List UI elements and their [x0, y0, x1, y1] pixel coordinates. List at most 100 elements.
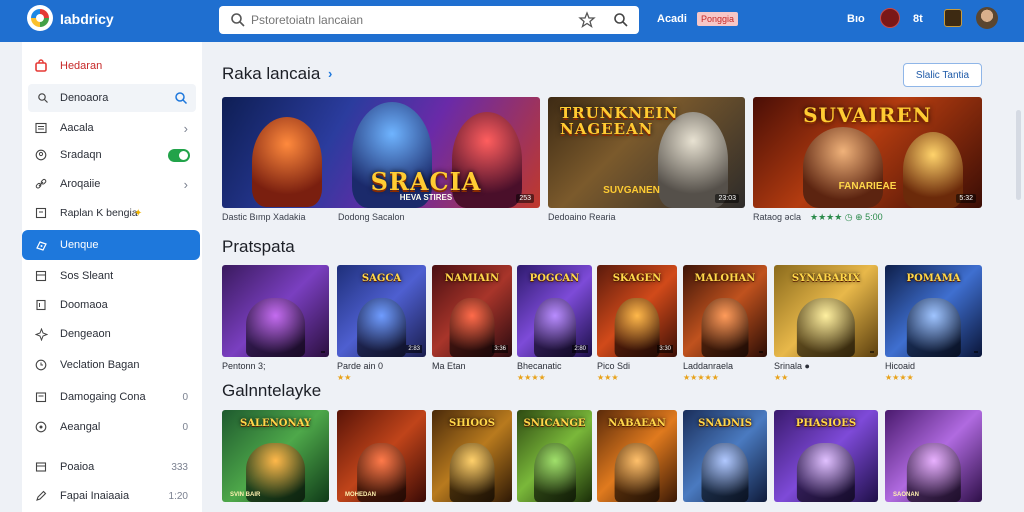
sidebar-item-damogaing[interactable]: Damogaing Cona 0 [22, 383, 202, 411]
game-tile[interactable]: SYNABARIX [774, 265, 878, 357]
game-tile[interactable]: MALOHAN [683, 265, 767, 357]
game-tile[interactable]: SNICANGE [517, 410, 592, 502]
hero-art [796, 443, 856, 502]
game-tile[interactable]: POGCAN 2:80 [517, 265, 592, 357]
sidebar-item-poaioa[interactable]: Poaioa 333 [22, 453, 202, 481]
scrollbar[interactable] [1016, 110, 1021, 200]
hero-art [533, 443, 576, 502]
profile-avatar[interactable] [976, 7, 998, 29]
item-count: 0 [182, 421, 188, 433]
notification-avatar[interactable] [880, 8, 900, 28]
banner-card[interactable]: TRUNKNEIN NAGEEAN SUVGANEN 23:03 [548, 97, 745, 208]
game-tile[interactable]: NABAEAN [597, 410, 677, 502]
tile-caption: Bhecanatic [517, 361, 562, 371]
hero-art [803, 127, 883, 208]
sidebar-item-doomaoa[interactable]: Doomaoa [22, 291, 202, 319]
banner-tag: 5:32 [956, 194, 976, 203]
tile-caption: Parde ain 0 [337, 361, 384, 371]
sidebar-item-dengeaon[interactable]: Dengeaon [22, 320, 202, 348]
tile-title: SAGCA [361, 273, 402, 284]
hero-art [906, 298, 961, 357]
sidebar-search[interactable]: Denoaora [28, 84, 196, 112]
sidebar-item-label: Hedaran [60, 60, 103, 72]
hero-art [533, 298, 576, 357]
game-tile[interactable]: SKAGEN 3:30 [597, 265, 677, 357]
banner-subtitle: FANARIEAE [838, 181, 897, 192]
tile-badge: 2:83 [406, 345, 422, 353]
game-tile[interactable]: SALENONAY SVIN BAIR [222, 410, 329, 502]
header-link[interactable]: Acadi [657, 13, 687, 25]
game-avatar-icon[interactable] [944, 9, 962, 27]
sidebar-item-label: Poaioa [60, 461, 95, 473]
pen-icon [34, 489, 48, 503]
star-icon[interactable] [578, 11, 596, 29]
banner-caption: Rataog əcla [753, 212, 802, 222]
tile-title: SHIOOS [449, 418, 495, 429]
search-icon [36, 91, 50, 105]
chevron-right-icon[interactable]: › [328, 66, 332, 81]
sidebar-item-sos-sleant[interactable]: Sos Sleant [22, 262, 202, 290]
sidebar-item-label: Fapai Inaiaaia [60, 490, 130, 502]
header-count[interactable]: 8t [913, 13, 923, 25]
search-button-icon[interactable] [174, 91, 188, 108]
hero-art [449, 443, 495, 502]
app-logo[interactable] [27, 5, 53, 31]
tile-title: MALOHAN [694, 273, 756, 284]
see-all-button[interactable]: Slalic Tantia [903, 63, 982, 87]
header-badge[interactable]: Ponggia [697, 12, 739, 26]
header-user-label[interactable]: Bıo [847, 13, 865, 25]
sidebar-item-aroqaiie[interactable]: Aroqaiie › [22, 170, 202, 198]
hero-art [701, 298, 749, 357]
game-tile[interactable] [222, 265, 329, 357]
sidebar-item-uenque[interactable]: Uenque [22, 230, 200, 260]
item-count: 1:20 [168, 490, 188, 502]
tile-footer-text: SVIN BAIR [230, 492, 261, 498]
sidebar-item-raplan[interactable]: Raplan K bengia ✦ [22, 199, 202, 227]
hero-art [356, 298, 407, 357]
tile-title: PHASIOES [795, 418, 857, 429]
chevron-right-icon: › [183, 120, 188, 136]
sidebar-item-aacala[interactable]: Aacala › [22, 114, 202, 142]
hero-art [245, 298, 306, 357]
search-input[interactable] [251, 10, 581, 30]
banner-card[interactable]: SUVAIREN FANARIEAE 5:32 [753, 97, 982, 208]
sidebar-item-fapai[interactable]: Fapai Inaiaaia 1:20 [22, 482, 202, 510]
game-tile[interactable]: SNADNIS [683, 410, 767, 502]
game-tile[interactable]: SHIOOS [432, 410, 512, 502]
game-tile[interactable]: SAONAN [885, 410, 982, 502]
game-tile[interactable]: POMAMA [885, 265, 982, 357]
gamepad-icon [34, 238, 48, 252]
user-icon [34, 148, 48, 162]
tile-title: SNICANGE [523, 418, 586, 429]
tile-badge [974, 351, 978, 353]
top-bar: Iabdricy Acadi Ponggia Bıo 8t [0, 0, 1024, 42]
sidebar-item-veclation[interactable]: Veclation Bagan [22, 351, 202, 379]
toggle-switch[interactable] [168, 148, 190, 162]
folder-icon [34, 390, 48, 404]
game-tile[interactable]: SAGCA 2:83 [337, 265, 426, 357]
tile-title: POMAMA [906, 273, 961, 284]
hero-art [449, 298, 495, 357]
banner-subtitle: HEVA STIRES [399, 193, 453, 202]
app-title: Iabdricy [60, 11, 114, 27]
tile-footer-text: MOHEDAN [345, 492, 376, 498]
game-tile[interactable]: NAMIAIN 3:36 [432, 265, 512, 357]
tile-title: SYNABARIX [791, 273, 861, 284]
sidebar-item-aeangal[interactable]: Aeangal 0 [22, 413, 202, 441]
game-tile[interactable]: PHASIOES [774, 410, 878, 502]
clock-icon [34, 358, 48, 372]
sidebar-item-sradaqn[interactable]: Sradaqn [22, 141, 202, 169]
link-icon [34, 177, 48, 191]
banner-card[interactable]: SRACIA HEVA STIRES 253 [222, 97, 540, 208]
rating-stars: ★★ [774, 373, 789, 382]
book-icon [34, 298, 48, 312]
sidebar-item-store[interactable]: Hedaran [22, 52, 202, 80]
tile-caption: Srinala ● [774, 361, 810, 371]
search-bar [219, 6, 639, 34]
hero-art [701, 443, 749, 502]
tile-caption: Pentonn 3; [222, 361, 266, 371]
search-button-icon[interactable] [612, 11, 630, 29]
game-tile[interactable]: MOHEDAN [337, 410, 426, 502]
sidebar-item-label: Aroqaiie [60, 178, 101, 190]
banner-caption: Dastic Bımp Xadakia [222, 212, 306, 222]
